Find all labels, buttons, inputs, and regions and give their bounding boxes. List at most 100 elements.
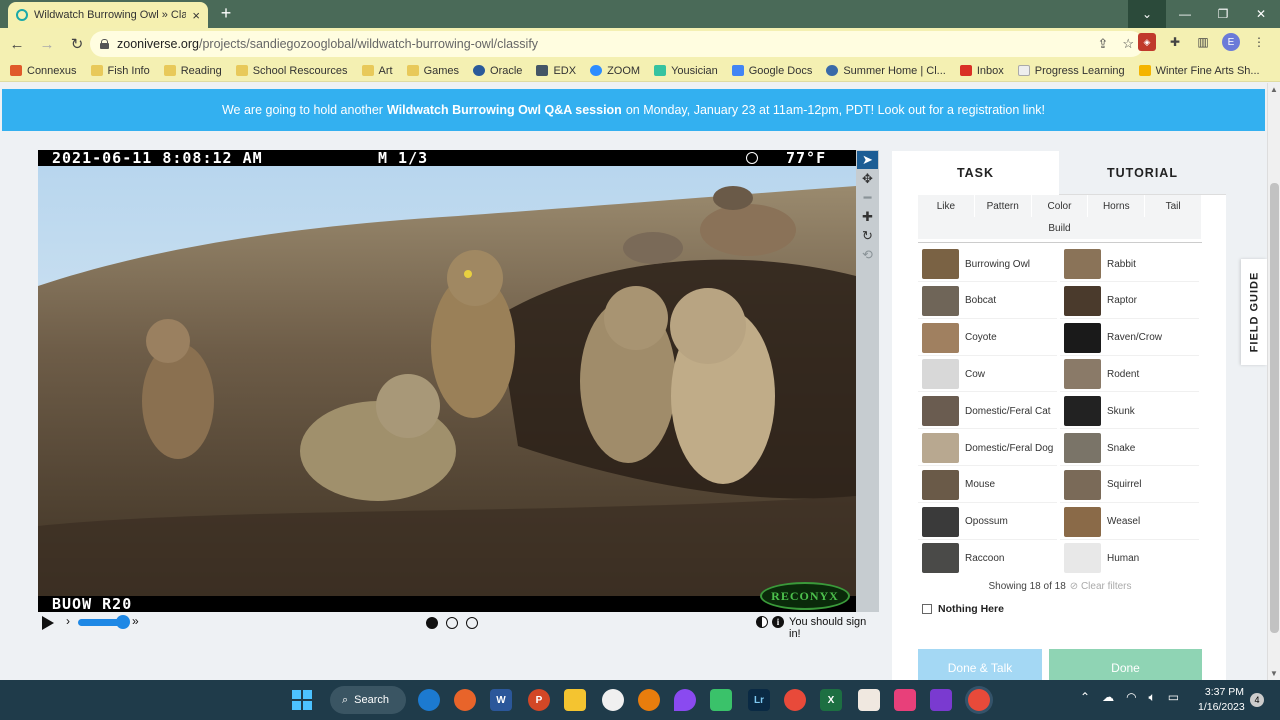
species-choice[interactable]: Coyote xyxy=(918,321,1057,356)
clear-filters-link[interactable]: ⊘ Clear filters xyxy=(1070,581,1132,592)
frame-dot-1[interactable] xyxy=(426,617,438,629)
share-icon[interactable]: ⇪ xyxy=(1097,36,1108,52)
species-choice[interactable]: Raven/Crow xyxy=(1060,321,1199,356)
species-choice[interactable]: Domestic/Feral Cat xyxy=(918,394,1057,430)
extensions-puzzle-icon[interactable]: ✚ xyxy=(1166,33,1184,51)
species-choice[interactable]: Cow xyxy=(918,357,1057,393)
paint-drop-icon[interactable] xyxy=(674,689,696,711)
wifi-icon[interactable]: ◠ xyxy=(1126,690,1136,705)
species-choice[interactable]: Weasel xyxy=(1060,505,1199,540)
filter-pattern[interactable]: Pattern xyxy=(974,195,1032,217)
clipchamp-icon[interactable] xyxy=(930,689,952,711)
bookmark-item[interactable]: EDX xyxy=(536,65,576,77)
species-choice[interactable]: Bobcat xyxy=(918,284,1057,319)
extension-shield-icon[interactable]: ◈ xyxy=(1138,33,1156,51)
maximize-icon[interactable]: ❐ xyxy=(1204,0,1242,28)
nothing-here-checkbox[interactable] xyxy=(922,604,932,614)
menu-kebab-icon[interactable]: ⋮ xyxy=(1250,33,1268,51)
faster-chevron-icon[interactable]: » xyxy=(132,614,139,628)
bookmark-item[interactable]: Summer Home | Cl... xyxy=(826,65,946,77)
nothing-here-option[interactable]: Nothing Here xyxy=(922,603,1004,615)
species-choice[interactable]: Skunk xyxy=(1060,394,1199,430)
battery-icon[interactable]: ▭ xyxy=(1168,690,1179,705)
firefox-icon[interactable] xyxy=(454,689,476,711)
species-choice[interactable]: Squirrel xyxy=(1060,468,1199,503)
photo-app-icon[interactable] xyxy=(858,689,880,711)
info-icon[interactable]: i xyxy=(772,616,784,628)
filter-tail[interactable]: Tail xyxy=(1145,195,1202,217)
pointer-tool-icon[interactable]: ➤ xyxy=(857,151,878,169)
rotate-icon[interactable]: ↻ xyxy=(857,227,878,245)
frame-dot-2[interactable] xyxy=(446,617,458,629)
taskbar-search[interactable]: ⌕ Search xyxy=(330,686,406,714)
filter-horns[interactable]: Horns xyxy=(1088,195,1146,217)
bookmark-item[interactable]: Games xyxy=(406,65,459,77)
bookmark-item[interactable]: Google Docs xyxy=(731,65,812,77)
penguin-app-icon[interactable] xyxy=(602,689,624,711)
play-icon[interactable] xyxy=(42,616,54,630)
android-icon[interactable] xyxy=(710,689,732,711)
scroll-up-icon[interactable]: ▲ xyxy=(1270,85,1278,94)
filter-build[interactable]: Build xyxy=(918,217,1202,239)
back-arrow-icon[interactable]: ← xyxy=(4,31,30,57)
species-choice[interactable]: Snake xyxy=(1060,431,1199,466)
bookmark-item[interactable]: Reading xyxy=(163,65,222,77)
tab-task[interactable]: TASK xyxy=(892,151,1059,195)
new-tab-button[interactable]: + xyxy=(216,3,236,23)
tab-search-chevron-icon[interactable]: ⌄ xyxy=(1128,0,1166,28)
species-choice[interactable]: Raptor xyxy=(1060,284,1199,319)
powerpoint-icon[interactable]: P xyxy=(528,689,550,711)
address-bar[interactable]: zooniverse.org/projects/sandiegozoogloba… xyxy=(90,31,1144,57)
windows-start-icon[interactable] xyxy=(292,690,312,710)
forward-arrow-icon[interactable]: → xyxy=(34,31,60,57)
scroll-down-icon[interactable]: ▼ xyxy=(1270,669,1278,678)
show-hidden-icons-icon[interactable]: ⌃ xyxy=(1080,690,1090,705)
bookmark-item[interactable]: ZOOM xyxy=(590,65,640,77)
bookmark-item[interactable]: Oracle xyxy=(473,65,522,77)
slower-chevron-icon[interactable]: › xyxy=(66,614,70,628)
species-choice[interactable]: Burrowing Owl xyxy=(918,247,1057,282)
bookmark-star-icon[interactable]: ☆ xyxy=(1122,36,1134,52)
filter-color[interactable]: Color xyxy=(1031,195,1089,217)
species-choice[interactable]: Rabbit xyxy=(1060,247,1199,282)
blender-icon[interactable] xyxy=(638,689,660,711)
excel-icon[interactable]: X xyxy=(820,689,842,711)
bookmark-item[interactable]: Art xyxy=(361,65,393,77)
species-choice[interactable]: Human xyxy=(1060,541,1199,575)
chrome-icon[interactable] xyxy=(784,689,806,711)
reload-icon[interactable]: ↻ xyxy=(64,31,90,57)
close-window-icon[interactable]: ✕ xyxy=(1242,0,1280,28)
page-scrollbar[interactable]: ▲ ▼ xyxy=(1267,83,1280,680)
signin-prompt[interactable]: You should sign in! xyxy=(789,616,880,640)
filter-like[interactable]: Like xyxy=(918,195,975,217)
species-choice[interactable]: Rodent xyxy=(1060,357,1199,393)
subject-viewer[interactable]: 2021-06-11 8:08:12 AM M 1/3 77°F BUOW R2… xyxy=(38,150,856,612)
file-explorer-icon[interactable] xyxy=(564,689,586,711)
bookmark-item[interactable]: Inbox xyxy=(959,65,1004,77)
volume-icon[interactable]: 🔈︎ xyxy=(1149,690,1156,705)
species-choice[interactable]: Domestic/Feral Dog xyxy=(918,431,1057,466)
notification-badge[interactable]: 4 xyxy=(1250,693,1264,707)
profile-avatar[interactable]: E xyxy=(1222,33,1240,51)
browser-tab[interactable]: Wildwatch Burrowing Owl » Clas × xyxy=(8,2,208,28)
edge-icon[interactable] xyxy=(418,689,440,711)
bookmark-item[interactable]: Winter Fine Arts Sh... xyxy=(1138,65,1260,77)
word-icon[interactable]: W xyxy=(490,689,512,711)
frame-dot-3[interactable] xyxy=(466,617,478,629)
bookmark-item[interactable]: Yousician xyxy=(654,65,718,77)
bookmark-item[interactable]: Connexus xyxy=(10,65,77,77)
field-guide-tab[interactable]: FIELD GUIDE xyxy=(1241,259,1267,365)
bookmark-item[interactable]: Progress Learning xyxy=(1017,65,1125,77)
bookmark-item[interactable]: School Rescources xyxy=(235,65,348,77)
zoom-in-icon[interactable]: ✚ xyxy=(857,208,878,226)
bookmark-item[interactable]: Fish Info xyxy=(90,65,150,77)
lock-icon[interactable] xyxy=(100,39,109,49)
done-button[interactable]: Done xyxy=(1049,649,1202,680)
done-and-talk-button[interactable]: Done & Talk xyxy=(918,649,1042,680)
invert-contrast-icon[interactable] xyxy=(756,616,768,628)
photos-icon[interactable] xyxy=(894,689,916,711)
side-panel-icon[interactable]: ▥ xyxy=(1194,33,1212,51)
zoom-out-icon[interactable]: ━ xyxy=(857,189,878,207)
tab-close-icon[interactable]: × xyxy=(192,8,200,23)
species-choice[interactable]: Mouse xyxy=(918,468,1057,503)
